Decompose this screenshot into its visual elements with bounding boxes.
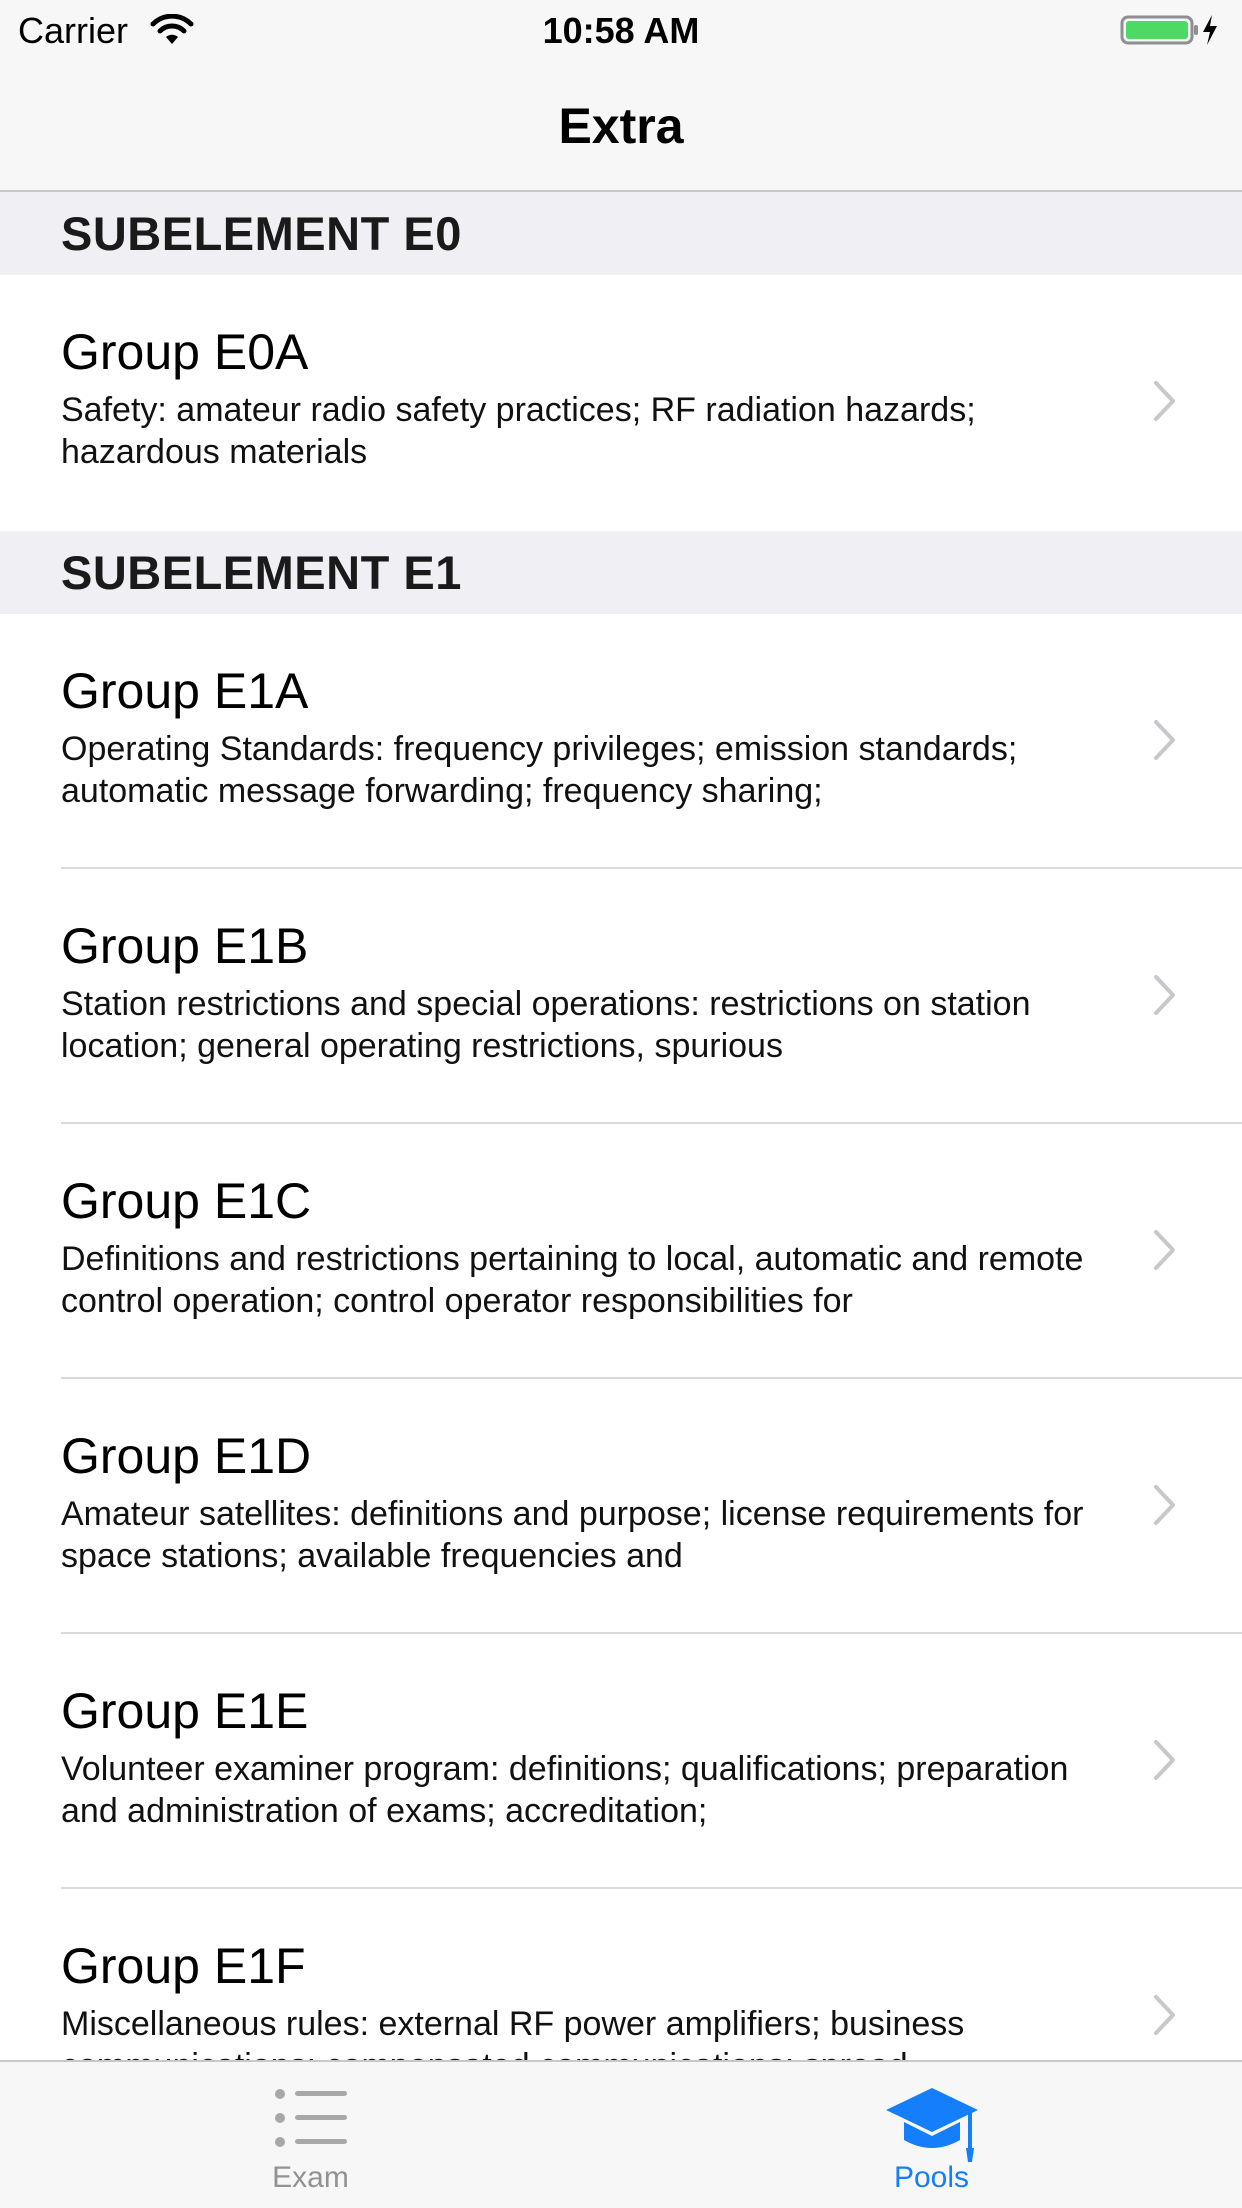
list-item-title: Group E1B: [61, 918, 309, 974]
list-item-group-e0a[interactable]: Group E0A Safety: amateur radio safety p…: [0, 275, 1242, 531]
list-item-subtitle: Definitions and restrictions pertaining …: [61, 1240, 1084, 1320]
list-item-group-e1e[interactable]: Group E1E Volunteer examiner program: de…: [0, 1634, 1242, 1889]
list-item-title: Group E1C: [61, 1173, 312, 1229]
list-item-title: Group E1F: [61, 1938, 306, 1994]
chevron-right-icon: [1154, 1740, 1175, 1780]
tab-bar: Exam Pools: [0, 2060, 1242, 2208]
tab-exam-label: Exam: [272, 2161, 349, 2194]
status-bar: Carrier 10:58 AM: [0, 0, 1242, 60]
chevron-right-icon: [1154, 381, 1175, 421]
chevron-right-icon: [1154, 1485, 1175, 1525]
pool-group-list[interactable]: SUBELEMENT E0 Group E0A Safety: amateur …: [0, 192, 1242, 2060]
tab-exam[interactable]: Exam: [0, 2062, 621, 2208]
list-item-title: Group E1D: [61, 1428, 312, 1484]
chevron-right-icon: [1154, 1995, 1175, 2035]
battery-charging-icon: [1120, 15, 1217, 45]
list-item-subtitle: Volunteer examiner program: definitions;…: [61, 1750, 1069, 1830]
list-item-subtitle: Amateur satellites: definitions and purp…: [61, 1495, 1084, 1575]
list-item-title: Group E1A: [61, 663, 309, 719]
navigation-bar: Extra: [0, 60, 1242, 192]
list-item-group-e1a[interactable]: Group E1A Operating Standards: frequency…: [0, 614, 1242, 869]
list-icon: [274, 2089, 347, 2147]
tab-pools-label: Pools: [893, 2161, 970, 2194]
chevron-right-icon: [1154, 975, 1175, 1015]
section-header-label: SUBELEMENT E1: [61, 546, 462, 599]
list-item-group-e1d[interactable]: Group E1D Amateur satellites: definition…: [0, 1379, 1242, 1634]
list-item-subtitle: Station restrictions and special operati…: [61, 985, 1031, 1065]
list-item-title: Group E0A: [61, 324, 309, 380]
list-item-subtitle: Safety: amateur radio safety practices; …: [61, 391, 976, 471]
list-item-group-e1b[interactable]: Group E1B Station restrictions and speci…: [0, 869, 1242, 1124]
tab-pools[interactable]: Pools: [621, 2062, 1242, 2208]
chevron-right-icon: [1154, 720, 1175, 760]
list-item-title: Group E1E: [61, 1683, 309, 1739]
graduation-cap-icon: [885, 2088, 978, 2162]
section-header-e1: SUBELEMENT E1: [0, 531, 1242, 614]
page-title: Extra: [558, 98, 684, 154]
status-time: 10:58 AM: [542, 10, 700, 51]
chevron-right-icon: [1154, 1230, 1175, 1270]
section-header-e0: SUBELEMENT E0: [0, 192, 1242, 275]
list-item-subtitle: Miscellaneous rules: external RF power a…: [61, 2005, 965, 2060]
list-item-group-e1c[interactable]: Group E1C Definitions and restrictions p…: [0, 1124, 1242, 1379]
list-item-group-e1f[interactable]: Group E1F Miscellaneous rules: external …: [0, 1889, 1242, 2060]
section-header-label: SUBELEMENT E0: [61, 207, 462, 260]
list-item-subtitle: Operating Standards: frequency privilege…: [61, 730, 1018, 810]
